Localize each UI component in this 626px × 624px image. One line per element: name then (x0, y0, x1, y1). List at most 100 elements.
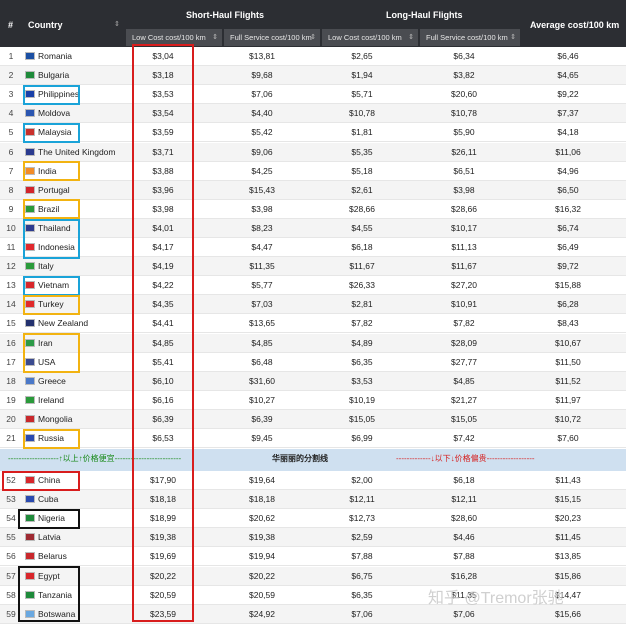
table-row[interactable]: 57 Egypt $20,22 $20,22 $6,75 $16,28 $15,86 (0, 566, 626, 586)
table-row[interactable]: 55 Latvia $19,38 $19,38 $2,59 $4,46 $11,45 (0, 528, 626, 548)
row-rank: 58 (6, 589, 16, 600)
table-row[interactable]: 17 USA $5,41 $6,48 $6,35 $27,77 $11,50 (0, 353, 626, 372)
cost-cell-l-low: $2,65 (351, 51, 373, 61)
cost-cell-s-full: $19,64 (249, 475, 275, 485)
table-row[interactable]: 5 Malaysia $3,59 $5,42 $1,81 $5,90 $4,18 (0, 123, 626, 143)
cost-cell-l-full: $7,88 (453, 551, 475, 562)
cost-cell-l-full: $4,46 (453, 532, 475, 543)
table-row[interactable]: 13 Vietnam $4,22 $5,77 $26,33 $27,20 $15,88 (0, 276, 626, 296)
cost-cell-avg: $10,67 (555, 337, 581, 348)
cost-cell-s-full: $10,27 (249, 394, 275, 405)
table-row[interactable]: 11 Indonesia $4,17 $4,47 $6,18 $11,13 $6,49 (0, 238, 626, 257)
cost-cell-s-low: $6,53 (152, 433, 174, 443)
country-flag-icon (25, 243, 35, 251)
table-row[interactable]: 15 New Zealand $4,41 $13,65 $7,82 $7,82 $8,43 (0, 314, 626, 334)
row-rank: 19 (6, 394, 16, 405)
row-rank: 1 (8, 51, 14, 61)
separator-right-text: -------------↓以下↓价格偏贵------------------ (396, 454, 535, 463)
cost-cell-s-full: $5,77 (251, 280, 273, 291)
table-row[interactable]: 3 Philippines $3,53 $7,06 $5,71 $20,60 $9,22 (0, 85, 626, 105)
watermark: 知乎 @Tremor张驰 (428, 590, 564, 607)
table-row[interactable]: 19 Ireland $6,16 $10,27 $10,19 $21,27 $11,97 (0, 391, 626, 410)
cost-cell-l-low: $6,18 (351, 242, 373, 252)
cost-cell-avg: $10,72 (555, 413, 581, 424)
cost-cell-l-full: $10,78 (451, 108, 477, 119)
table-row[interactable]: 52 China $17,90 $19,64 $2,00 $6,18 $11,43 (0, 471, 626, 490)
country-name: Italy (38, 261, 54, 272)
cost-cell-s-full: $7,06 (251, 89, 273, 100)
col-header-short-full-label: Full Service cost/100 km (230, 33, 312, 42)
cost-cell-avg: $4,65 (557, 70, 579, 81)
col-header-average[interactable]: Average cost/100 km (530, 20, 619, 30)
table-row[interactable]: 21 Russia $6,53 $9,45 $6,99 $7,42 $7,60 (0, 429, 626, 448)
cost-cell-l-low: $1,94 (351, 70, 373, 81)
country-name: The United Kingdom (38, 146, 116, 157)
col-header-short-low[interactable]: Low Cost cost/100 km ⇕ (126, 29, 222, 46)
table-row[interactable]: 8 Portugal $3,96 $15,43 $2,61 $3,98 $6,50 (0, 180, 626, 200)
col-header-country[interactable]: Country (28, 20, 63, 30)
row-rank: 21 (6, 433, 16, 443)
cost-cell-avg: $6,49 (557, 242, 579, 252)
cost-cell-l-full: $3,98 (453, 184, 475, 195)
cost-cell-avg: $4,96 (557, 165, 579, 176)
country-flag-icon (25, 223, 35, 232)
cost-cell-avg: $15,15 (555, 494, 581, 505)
country-flag-icon (25, 395, 35, 404)
cost-cell-l-full: $4,85 (453, 375, 475, 386)
cost-cell-l-full: $20,60 (451, 89, 477, 100)
table-row[interactable]: 9 Brazil $3,98 $3,98 $28,66 $28,66 $16,32 (0, 200, 626, 219)
col-header-short-full[interactable]: Full Service cost/100 km ⇕ (224, 29, 320, 46)
separator-left-text: -------------------↑以上↑价格便宜-------------… (8, 454, 182, 463)
table-row[interactable]: 14 Turkey $4,35 $7,03 $2,81 $10,91 $6,28 (0, 295, 626, 315)
row-rank: 53 (6, 494, 16, 505)
cost-cell-l-full: $12,11 (451, 494, 477, 505)
cost-cell-l-full: $11,67 (451, 261, 477, 272)
table-row[interactable]: 2 Bulgaria $3,18 $9,68 $1,94 $3,82 $4,65 (0, 66, 626, 86)
col-header-long-full[interactable]: Full Service cost/100 km ⇕ (420, 29, 520, 46)
country-flag-icon (25, 300, 35, 309)
table-row[interactable]: 53 Cuba $18,18 $18,18 $12,11 $12,11 $15,15 (0, 490, 626, 510)
cost-cell-s-low: $23,59 (150, 608, 176, 619)
cost-cell-s-full: $6,48 (251, 356, 273, 367)
table-row[interactable]: 16 Iran $4,85 $4,85 $4,89 $28,09 $10,67 (0, 333, 626, 353)
table-row[interactable]: 20 Mongolia $6,39 $6,39 $15,05 $15,05 $10,72 (0, 409, 626, 429)
country-name: Iran (38, 337, 53, 348)
col-header-long-full-label: Full Service cost/100 km (426, 33, 508, 42)
cost-cell-s-low: $6,10 (152, 375, 174, 386)
row-rank: 15 (6, 318, 16, 329)
sort-arrows-icon[interactable]: ⇕ (114, 20, 120, 28)
country-flag-icon (25, 128, 35, 137)
table-row[interactable]: 4 Moldova $3,54 $4,40 $10,78 $10,78 $7,37 (0, 104, 626, 124)
cost-cell-s-low: $18,18 (150, 494, 176, 505)
cost-cell-s-low: $19,69 (150, 551, 176, 562)
cost-cell-l-low: $7,82 (351, 318, 373, 329)
cost-cell-s-full: $20,62 (249, 513, 275, 524)
cost-cell-s-full: $11,35 (249, 261, 275, 272)
cost-cell-s-full: $7,03 (251, 299, 273, 310)
cost-cell-l-full: $6,51 (453, 165, 475, 176)
cost-cell-s-low: $3,54 (152, 108, 174, 119)
cost-cell-s-low: $3,88 (152, 165, 174, 176)
cost-cell-s-full: $4,25 (251, 165, 273, 176)
cost-cell-avg: $15,86 (555, 570, 581, 581)
country-flag-icon (25, 609, 35, 618)
cost-cell-l-low: $15,05 (349, 413, 375, 424)
cost-cell-s-low: $4,19 (152, 261, 174, 272)
table-row[interactable]: 1 Romania $3,04 $13,81 $2,65 $6,34 $6,46 (0, 47, 626, 66)
cost-cell-s-low: $4,22 (152, 280, 174, 291)
table-row[interactable]: 12 Italy $4,19 $11,35 $11,67 $11,67 $9,72 (0, 257, 626, 277)
cost-cell-s-full: $15,43 (249, 184, 275, 195)
table-row[interactable]: 6 The United Kingdom $3,71 $9,06 $5,35 $26,11… (0, 142, 626, 162)
cost-cell-avg: $15,88 (555, 280, 581, 291)
country-name: India (38, 165, 57, 176)
country-flag-icon (25, 495, 35, 504)
cost-cell-avg: $6,28 (557, 299, 579, 310)
table-row[interactable]: 18 Greece $6,10 $31,60 $3,53 $4,85 $11,52 (0, 371, 626, 391)
cost-cell-s-full: $31,60 (249, 375, 275, 386)
col-header-long-low[interactable]: Low Cost cost/100 km ⇕ (322, 29, 418, 46)
table-row[interactable]: 56 Belarus $19,69 $19,94 $7,88 $7,88 $13,85 (0, 547, 626, 567)
table-row[interactable]: 54 Nigeria $18,99 $20,62 $12,73 $28,60 $20,23 (0, 509, 626, 529)
table-row[interactable]: 10 Thailand $4,01 $8,23 $4,55 $10,17 $6,74 (0, 218, 626, 238)
row-rank: 8 (8, 184, 14, 195)
table-row[interactable]: 7 India $3,88 $4,25 $5,18 $6,51 $4,96 (0, 162, 626, 181)
